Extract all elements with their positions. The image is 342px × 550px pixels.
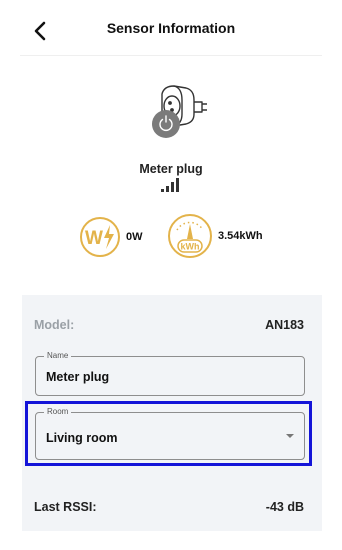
model-row: Model: AN183	[34, 318, 304, 332]
svg-text:kWh: kWh	[181, 242, 200, 252]
name-field[interactable]: Name Meter plug	[35, 351, 305, 396]
back-arrow-icon[interactable]	[30, 20, 52, 42]
rssi-row: Last RSSI: -43 dB	[34, 500, 304, 514]
device-name-label: Meter plug	[139, 162, 203, 176]
rssi-label: Last RSSI:	[34, 500, 97, 514]
model-label: Model:	[34, 318, 75, 332]
power-watt-icon: W	[80, 217, 120, 257]
rssi-value: -43 dB	[265, 500, 304, 514]
page-title: Sensor Information	[106, 20, 236, 36]
energy-value: 3.54kWh	[218, 230, 263, 242]
room-select-highlight	[25, 401, 312, 466]
power-value: 0W	[126, 231, 143, 243]
header-bar: Sensor Information	[0, 0, 342, 56]
signal-strength-icon	[161, 178, 179, 192]
model-value: AN183	[265, 318, 304, 332]
energy-meter-icon: kWh	[168, 214, 212, 258]
name-field-label: Name	[44, 351, 72, 361]
energy-metric: kWh 3.54kWh	[167, 213, 263, 259]
power-metric: W 0W	[79, 216, 143, 258]
svg-text:W: W	[85, 228, 103, 249]
meter-plug-device-image	[152, 85, 207, 138]
name-field-value: Meter plug	[46, 370, 110, 384]
header-divider	[20, 55, 322, 56]
